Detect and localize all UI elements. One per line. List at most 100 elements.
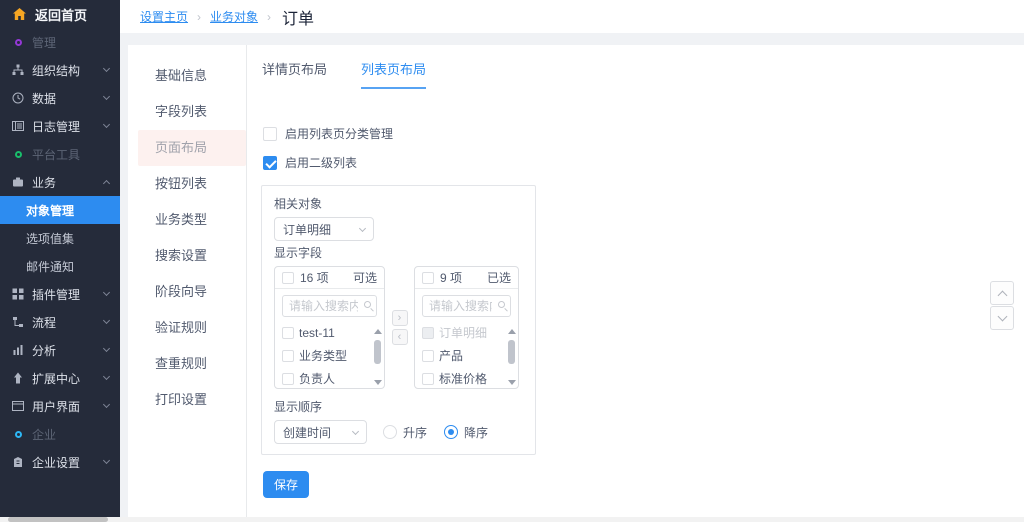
menu-item-stage-wizard[interactable]: 阶段向导: [128, 274, 246, 310]
move-left-button[interactable]: ‹: [392, 329, 408, 345]
sidebar-item-label: 平台工具: [32, 146, 80, 163]
data-clock-icon: [12, 92, 24, 104]
content-area: 详情页布局 列表页布局 启用列表页分类管理 启用二级列表 相关对象 订单明细 显…: [248, 45, 1024, 517]
radio-label: 升序: [403, 424, 427, 441]
plugin-icon: [12, 288, 24, 300]
search-icon: [498, 301, 505, 308]
checkbox-unchecked-icon[interactable]: [263, 127, 277, 141]
checkbox-label: 启用二级列表: [285, 154, 357, 171]
radio-icon[interactable]: [383, 425, 397, 439]
radio-selected-icon[interactable]: [444, 425, 458, 439]
sidebar-item-process[interactable]: 流程: [0, 308, 120, 336]
item-checkbox[interactable]: [282, 350, 294, 362]
sidebar-item-org-structure[interactable]: 组织结构: [0, 56, 120, 84]
list-item[interactable]: 负责人: [282, 367, 372, 389]
selected-fields-box: 9 项 已选 订单明细 产品: [414, 266, 519, 389]
sidebar-item-platform-tools[interactable]: 平台工具: [0, 140, 120, 168]
horizontal-scrollbar[interactable]: [0, 517, 1024, 522]
select-all-checkbox[interactable]: [422, 272, 434, 284]
available-search-input[interactable]: [282, 295, 377, 317]
scrollbar-thumb[interactable]: [8, 517, 108, 522]
breadcrumb-separator-icon: ›: [267, 10, 271, 24]
menu-item-search-settings[interactable]: 搜索设置: [128, 238, 246, 274]
display-order-value: 创建时间: [283, 424, 331, 441]
list-item[interactable]: test-11: [282, 321, 372, 344]
sidebar-item-enterprise-settings[interactable]: 企业设置: [0, 448, 120, 476]
selected-list: 订单明细 产品 标准价格: [415, 319, 518, 389]
checkbox-checked-icon[interactable]: [263, 156, 277, 170]
sidebar-item-home[interactable]: 返回首页: [0, 0, 120, 28]
breadcrumb-link-business-object[interactable]: 业务对象: [210, 8, 258, 25]
item-checkbox[interactable]: [282, 327, 294, 339]
scroll-up-icon[interactable]: [374, 329, 382, 334]
menu-item-print-settings[interactable]: 打印设置: [128, 382, 246, 418]
menu-item-validation-rules[interactable]: 验证规则: [128, 310, 246, 346]
available-header: 16 项 可选: [275, 267, 384, 289]
select-all-checkbox[interactable]: [282, 272, 294, 284]
item-checkbox[interactable]: [282, 373, 294, 385]
list-item[interactable]: 标准价格: [422, 367, 506, 389]
enable-category-checkbox[interactable]: 启用列表页分类管理: [263, 125, 1024, 142]
available-tag: 可选: [353, 269, 377, 286]
log-icon: [12, 120, 24, 132]
home-icon: [13, 8, 26, 20]
tab-detail-page-layout[interactable]: 详情页布局: [262, 59, 327, 89]
enable-sublist-checkbox[interactable]: 启用二级列表: [263, 154, 1024, 171]
org-structure-icon: [12, 64, 24, 76]
sidebar-item-extension-center[interactable]: 扩展中心: [0, 364, 120, 392]
transfer-controls: › ‹: [385, 266, 414, 389]
menu-item-dedup-rules[interactable]: 查重规则: [128, 346, 246, 382]
menu-item-button-list[interactable]: 按钮列表: [128, 166, 246, 202]
ascending-radio[interactable]: 升序: [383, 424, 427, 441]
sidebar-item-enterprise[interactable]: 企业: [0, 420, 120, 448]
scrollbar-thumb[interactable]: [374, 340, 381, 364]
scroll-to-bottom-button[interactable]: [990, 306, 1014, 330]
descending-radio[interactable]: 降序: [444, 424, 488, 441]
menu-item-field-list[interactable]: 字段列表: [128, 94, 246, 130]
sidebar-item-label: 企业: [32, 426, 56, 443]
menu-item-business-type[interactable]: 业务类型: [128, 202, 246, 238]
search-icon: [364, 301, 371, 308]
sidebar-item-log-management[interactable]: 日志管理: [0, 112, 120, 140]
ring-icon: [12, 36, 24, 48]
list-item[interactable]: 业务类型: [282, 344, 372, 367]
item-checkbox[interactable]: [422, 373, 434, 385]
available-count: 16 项: [300, 269, 329, 286]
chevron-down-icon: [103, 373, 110, 380]
settings-menu: 基础信息 字段列表 页面布局 按钮列表 业务类型 搜索设置 阶段向导 验证规则 …: [128, 45, 247, 517]
available-scrollbar[interactable]: [372, 327, 383, 387]
move-right-button[interactable]: ›: [392, 310, 408, 326]
list-item-disabled: 订单明细: [422, 321, 506, 344]
sidebar-item-user-interface[interactable]: 用户界面: [0, 392, 120, 420]
sidebar-item-analysis[interactable]: 分析: [0, 336, 120, 364]
menu-item-basic-info[interactable]: 基础信息: [128, 58, 246, 94]
scroll-up-icon[interactable]: [508, 329, 516, 334]
sidebar-item-admin[interactable]: 管理: [0, 28, 120, 56]
sidebar-item-email-notification[interactable]: 邮件通知: [0, 252, 120, 280]
scrollbar-thumb[interactable]: [508, 340, 515, 364]
menu-item-page-layout[interactable]: 页面布局: [138, 130, 246, 166]
checkbox-label: 启用列表页分类管理: [285, 125, 393, 142]
list-item[interactable]: 产品: [422, 344, 506, 367]
breadcrumb-link-settings-home[interactable]: 设置主页: [140, 8, 188, 25]
display-fields-label: 显示字段: [274, 244, 523, 261]
scroll-down-icon[interactable]: [374, 380, 382, 385]
selected-scrollbar[interactable]: [506, 327, 517, 387]
sidebar-item-object-management[interactable]: 对象管理: [0, 196, 120, 224]
scroll-down-icon[interactable]: [508, 380, 516, 385]
sidebar-item-data[interactable]: 数据: [0, 84, 120, 112]
chevron-down-icon: [103, 93, 110, 100]
item-checkbox[interactable]: [422, 350, 434, 362]
item-label: 业务类型: [299, 347, 347, 364]
related-object-select[interactable]: 订单明细: [274, 217, 374, 241]
display-order-select[interactable]: 创建时间: [274, 420, 367, 444]
sidebar-item-label: 业务: [32, 174, 56, 191]
sidebar-item-label: 对象管理: [26, 202, 74, 219]
tab-list-page-layout[interactable]: 列表页布局: [361, 59, 426, 89]
sidebar-item-option-value-set[interactable]: 选项值集: [0, 224, 120, 252]
sidebar-item-plugin-management[interactable]: 插件管理: [0, 280, 120, 308]
scroll-to-top-button[interactable]: [990, 281, 1014, 305]
sidebar-item-business[interactable]: 业务: [0, 168, 120, 196]
save-button[interactable]: 保存: [263, 471, 309, 498]
building-icon: [12, 456, 24, 468]
